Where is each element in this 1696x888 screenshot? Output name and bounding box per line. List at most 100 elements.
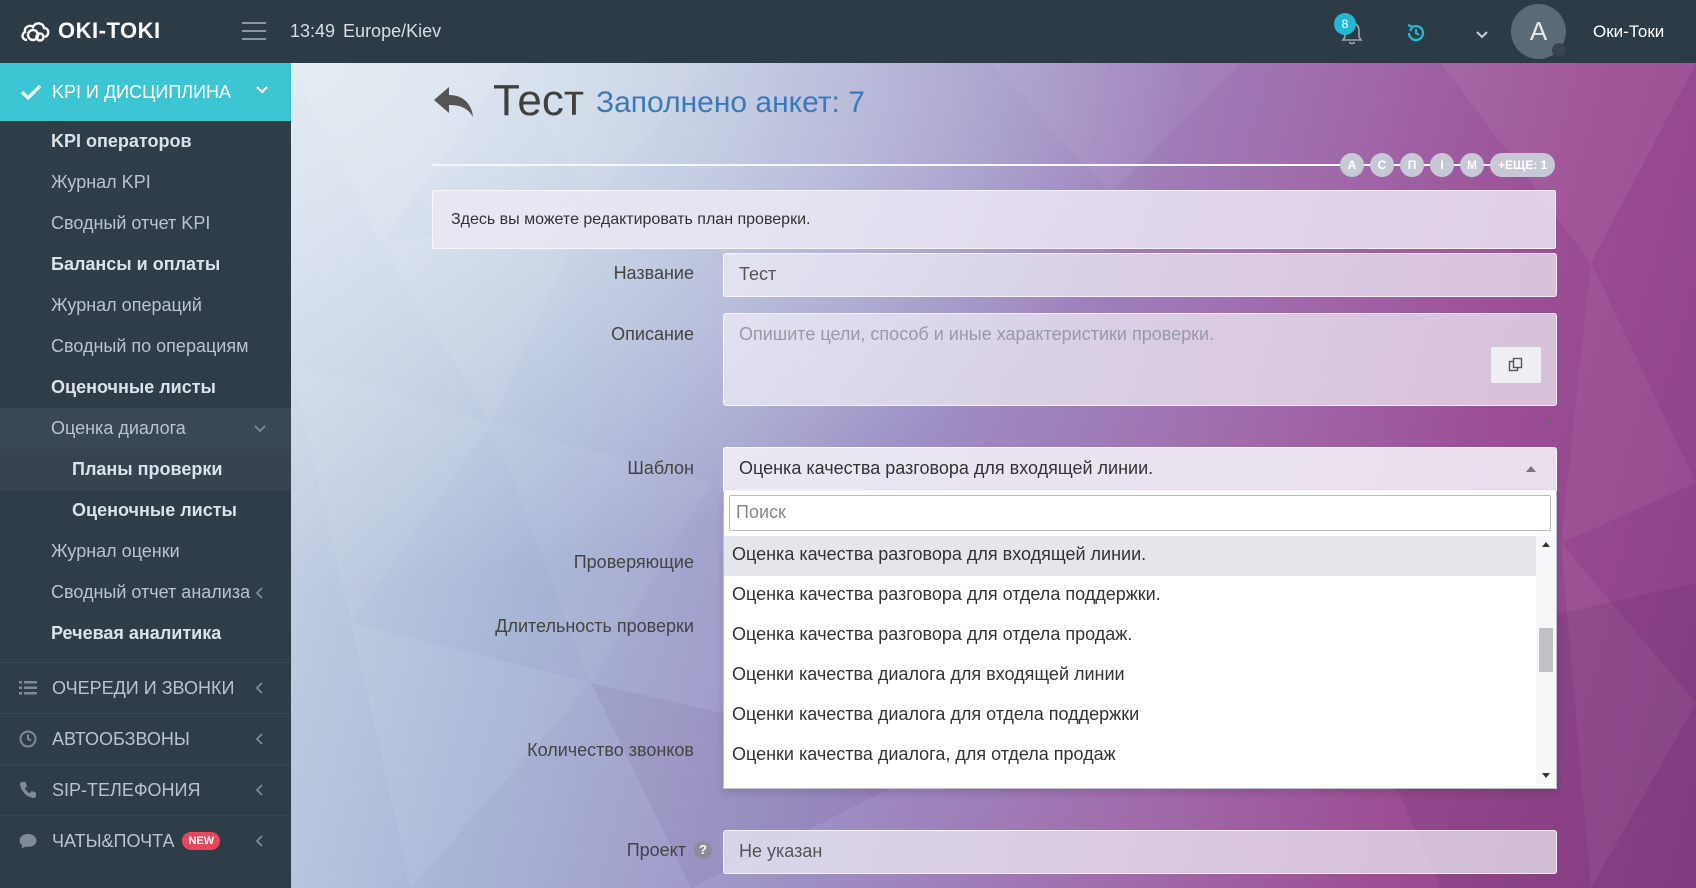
- resize-handle-icon[interactable]: [1543, 415, 1553, 425]
- sidebar-item-label: Оценочные листы: [72, 500, 237, 520]
- logo-text: OKI-TOKI: [58, 18, 161, 43]
- name-input[interactable]: Тест: [723, 253, 1557, 297]
- sidebar-group-chats[interactable]: ЧАТЫ&ПОЧТА NEW: [0, 815, 291, 866]
- sidebar-item-dialog-sheets[interactable]: Оценочные листы: [0, 490, 291, 531]
- sidebar-group-label: ЧАТЫ&ПОЧТА: [52, 830, 175, 851]
- dropdown-search-input[interactable]: Поиск: [729, 495, 1551, 531]
- sidebar-item-label: Журнал оценки: [51, 541, 180, 561]
- name-label: Название: [613, 263, 694, 283]
- history-button[interactable]: [1404, 21, 1428, 45]
- chat-icon: [19, 834, 37, 849]
- template-selected-value: Оценка качества разговора для входящей л…: [739, 458, 1154, 478]
- sidebar-item-kpi-journal[interactable]: Журнал KPI: [0, 162, 291, 203]
- help-icon[interactable]: ?: [694, 841, 712, 859]
- sidebar-item-kpi-operators[interactable]: KPI операторов: [0, 121, 291, 162]
- sidebar-item-dialog-evaluation[interactable]: Оценка диалога: [0, 408, 291, 449]
- chevron-left-icon: [255, 733, 263, 745]
- sidebar-item-evaluation-sheets[interactable]: Оценочные листы: [0, 367, 291, 408]
- sidebar-item-label: Журнал операций: [51, 295, 202, 315]
- dropdown-option[interactable]: Оценка качества разговора для входящей л…: [724, 536, 1536, 576]
- info-alert: Здесь вы можете редактировать план прове…: [432, 190, 1556, 249]
- scroll-thumb[interactable]: [1539, 628, 1553, 672]
- check-icon: [20, 84, 42, 101]
- page-title: Тест: [493, 76, 585, 125]
- sidebar-item-operations-summary[interactable]: Сводный по операциям: [0, 326, 291, 367]
- sidebar-item-label: Сводный по операциям: [51, 336, 249, 356]
- timezone: Europe/Kiev: [343, 21, 442, 41]
- template-dropdown: Поиск Оценка качества разговора для вход…: [723, 491, 1557, 789]
- user-chip[interactable]: П: [1400, 153, 1424, 177]
- sidebar-group-label: АВТООБЗВОНЫ: [52, 728, 190, 749]
- dropdown-option[interactable]: Оценки качества диалога для отдела подде…: [724, 696, 1536, 736]
- dropdown-option[interactable]: Оценка качества разговора для отдела про…: [724, 616, 1536, 656]
- project-label: Проект: [626, 840, 686, 860]
- calls-label: Количество звонков: [527, 740, 694, 760]
- chevron-left-icon: [255, 784, 263, 796]
- cloud-logo-icon: [21, 22, 50, 42]
- copy-icon: [1508, 357, 1523, 372]
- scroll-up-icon[interactable]: [1542, 542, 1550, 547]
- chevron-left-icon: [255, 835, 263, 847]
- scroll-down-icon[interactable]: [1542, 773, 1550, 778]
- sidebar-group-sip[interactable]: SIP-ТЕЛЕФОНИЯ: [0, 764, 291, 815]
- sidebar-item-operations-journal[interactable]: Журнал операций: [0, 285, 291, 326]
- chevron-down-icon[interactable]: [1474, 26, 1490, 42]
- user-chip[interactable]: А: [1340, 153, 1364, 177]
- user-chip[interactable]: М: [1460, 153, 1484, 177]
- new-badge: NEW: [182, 832, 221, 850]
- sidebar-item-check-plans[interactable]: Планы проверки: [0, 449, 291, 490]
- phone-icon: [20, 782, 36, 798]
- sidebar-item-evaluation-journal[interactable]: Журнал оценки: [0, 531, 291, 572]
- dropdown-scrollbar[interactable]: [1536, 536, 1556, 784]
- sidebar-item-label: Оценка диалога: [51, 418, 186, 438]
- clock: 13:49 Europe/Kiev: [290, 21, 441, 42]
- notifications-button[interactable]: 8: [1334, 13, 1368, 48]
- more-users-chip[interactable]: +ЕЩЕ: 1: [1490, 153, 1556, 177]
- dropdown-option[interactable]: Оценки качества диалога для входящей лин…: [724, 656, 1536, 696]
- sidebar-section-kpi[interactable]: KPI И ДИСЦИПЛИНА: [0, 63, 291, 121]
- current-time: 13:49: [290, 21, 336, 41]
- sidebar-item-label: Сводный отчет KPI: [51, 213, 211, 233]
- chevron-down-icon: [254, 425, 266, 433]
- avatar[interactable]: A: [1511, 4, 1566, 59]
- sidebar-item-speech-analytics[interactable]: Речевая аналитика: [0, 613, 291, 654]
- dropdown-options: Оценка качества разговора для входящей л…: [724, 536, 1536, 776]
- top-bar: OKI-TOKI 13:49 Europe/Kiev 8 A Оки-Токи: [0, 0, 1696, 63]
- viewer-chips: А С П І М +ЕЩЕ: 1: [1340, 153, 1556, 177]
- copy-button[interactable]: [1490, 346, 1542, 384]
- user-chip[interactable]: І: [1430, 153, 1454, 177]
- duration-label: Длительность проверки: [495, 616, 694, 636]
- list-icon: [19, 681, 37, 695]
- main-content: Тест Заполнено анкет: 7 А С П І М +ЕЩЕ: …: [291, 63, 1696, 888]
- sidebar-item-analysis-report[interactable]: Сводный отчет анализа: [0, 572, 291, 613]
- notification-count-badge: 8: [1334, 13, 1356, 35]
- sidebar-group-label: SIP-ТЕЛЕФОНИЯ: [52, 779, 201, 800]
- template-label: Шаблон: [627, 458, 694, 478]
- sidebar-item-label: KPI операторов: [51, 131, 192, 151]
- user-chip[interactable]: С: [1370, 153, 1394, 177]
- filled-forms-count: Заполнено анкет: 7: [596, 86, 865, 119]
- sidebar-item-kpi-report[interactable]: Сводный отчет KPI: [0, 203, 291, 244]
- status-dot: [1552, 43, 1566, 57]
- sidebar-item-label: Журнал KPI: [51, 172, 151, 192]
- sidebar-item-label: Балансы и оплаты: [51, 254, 221, 274]
- caret-up-icon: [1526, 466, 1536, 472]
- sidebar-group-queues[interactable]: ОЧЕРЕДИ И ЗВОНКИ: [0, 662, 291, 713]
- description-textarea[interactable]: Опишите цели, способ и иные характеристи…: [723, 313, 1557, 406]
- chevron-left-icon: [255, 587, 263, 599]
- menu-toggle-icon[interactable]: [242, 22, 266, 40]
- sidebar-item-balances[interactable]: Балансы и оплаты: [0, 244, 291, 285]
- sidebar-item-label: Планы проверки: [72, 459, 223, 479]
- sidebar-item-label: Сводный отчет анализа: [51, 582, 251, 602]
- logo[interactable]: OKI-TOKI: [20, 18, 161, 44]
- sidebar-item-label: Оценочные листы: [51, 377, 216, 397]
- template-select[interactable]: Оценка качества разговора для входящей л…: [723, 447, 1557, 491]
- project-select[interactable]: Не указан: [723, 830, 1557, 874]
- clock-icon: [19, 730, 37, 748]
- avatar-letter: A: [1529, 16, 1548, 46]
- sidebar-group-autodial[interactable]: АВТООБЗВОНЫ: [0, 713, 291, 764]
- back-arrow-icon[interactable]: [431, 83, 477, 121]
- dropdown-option[interactable]: Оценки качества диалога, для отдела прод…: [724, 736, 1536, 776]
- user-name[interactable]: Оки-Токи: [1593, 22, 1664, 42]
- dropdown-option[interactable]: Оценка качества разговора для отдела под…: [724, 576, 1536, 616]
